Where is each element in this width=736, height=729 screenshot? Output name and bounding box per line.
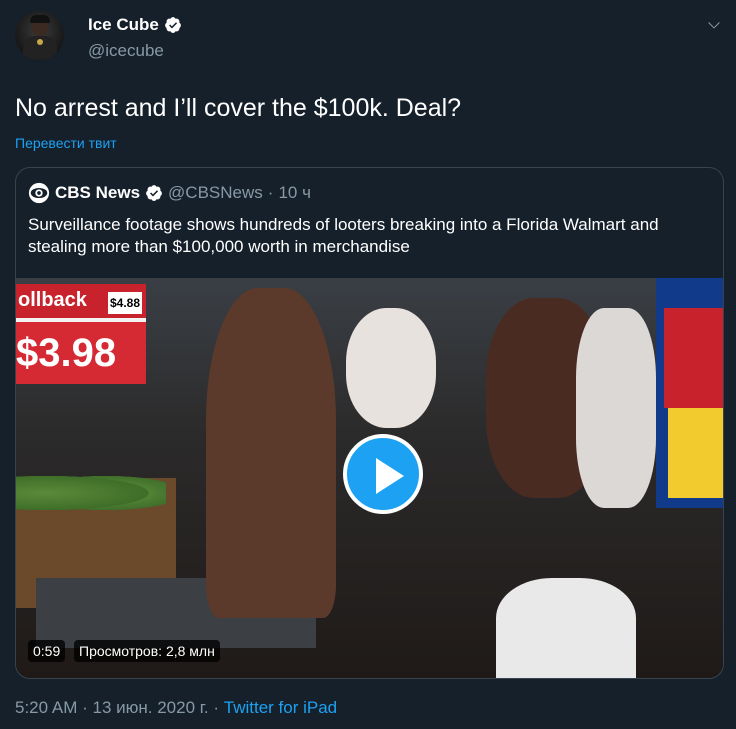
sign-price: $3.98 [16,322,146,384]
separator-dot: · [213,698,220,717]
crowd-person [346,308,436,428]
verified-badge-icon [164,17,181,33]
quoted-tweet-header: CBS News @CBSNews · 10 ч [28,182,311,204]
separator-dot: · [82,698,88,717]
store-price-sign: ollback $4.88 $3.98 [16,284,146,384]
quoted-tweet-card[interactable]: CBS News @CBSNews · 10 ч Surveillance fo… [15,167,724,679]
author-name[interactable]: Ice Cube [88,15,159,35]
tweet: Ice Cube @icecube No arrest and I’ll cov… [0,0,736,729]
chips-display [656,278,723,508]
quoted-timestamp[interactable]: 10 ч [278,183,311,203]
translate-tweet-link[interactable]: Перевести твит [15,135,117,151]
avatar-chain-shape [37,39,43,45]
tweet-time[interactable]: 5:20 AM [15,698,77,717]
play-button[interactable] [343,434,423,514]
chevron-down-icon[interactable] [706,17,722,33]
author-handle[interactable]: @icecube [88,41,164,61]
quoted-author-handle[interactable]: @CBSNews [168,183,263,203]
cbs-eye-logo-icon[interactable] [28,182,50,204]
tweet-text: No arrest and I’ll cover the $100k. Deal… [15,94,462,122]
author-avatar[interactable] [15,11,64,60]
video-duration-badge: 0:59 [28,640,66,662]
tweet-source-link[interactable]: Twitter for iPad [224,698,337,717]
separator-dot: · [267,183,274,202]
verified-badge-icon [146,185,162,201]
quoted-tweet-text: Surveillance footage shows hundreds of l… [28,215,659,256]
display-chips-bag [668,408,723,498]
author-name-row[interactable]: Ice Cube [88,15,182,35]
sign-was-price: $4.88 [108,292,142,314]
quoted-author-name[interactable]: CBS News [55,183,140,203]
video-views-badge: Просмотров: 2,8 млн [74,640,220,662]
crowd-person [496,578,636,678]
crowd-person [206,288,336,618]
melons [16,473,166,513]
play-icon [376,458,404,494]
sign-rollback-text: ollback [18,289,87,311]
tweet-date[interactable]: 13 июн. 2020 г. [93,698,209,717]
crowd-person [576,308,656,508]
avatar-cap-shape [30,15,50,23]
tweet-metadata: 5:20 AM · 13 июн. 2020 г. · Twitter for … [15,698,337,718]
display-red-panel [664,308,723,408]
video-player[interactable]: ollback $4.88 $3.98 0:59 Просмотров: 2,8… [16,278,723,678]
